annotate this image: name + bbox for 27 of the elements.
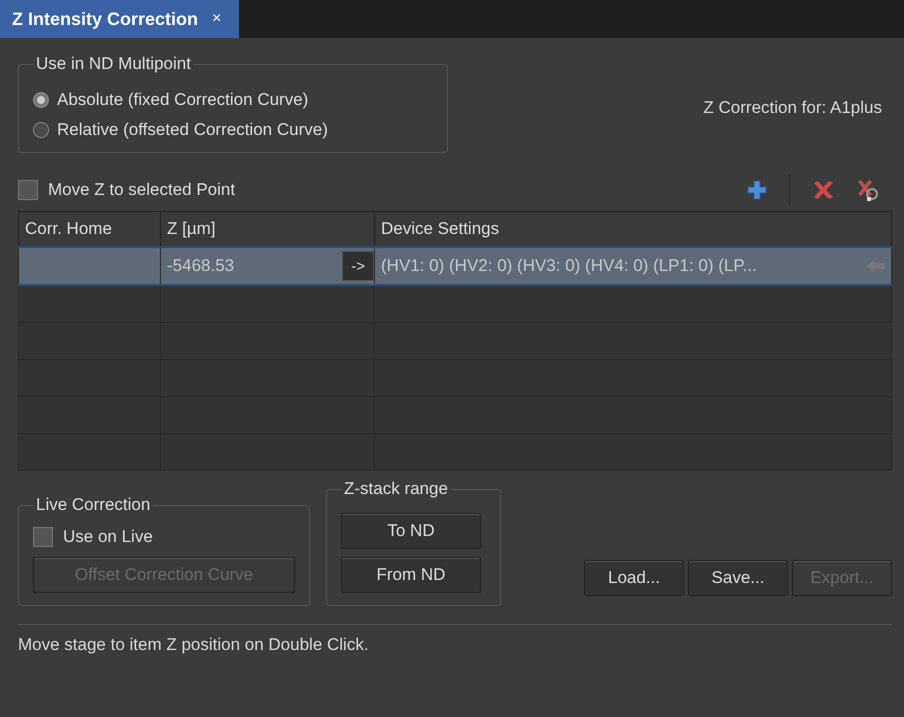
delete-all-icon[interactable] — [856, 179, 878, 201]
checkbox[interactable] — [33, 527, 53, 547]
file-button[interactable]: Load... — [584, 560, 684, 596]
group-title: Use in ND Multipoint — [35, 54, 192, 74]
table-cell-text: -5468.53 — [166, 256, 234, 276]
close-button[interactable]: × — [212, 10, 222, 28]
group-title: Live Correction — [35, 495, 152, 515]
device-label: Z Correction for: A1plus — [703, 98, 882, 119]
column-header[interactable]: Corr. Home — [18, 212, 160, 247]
nd-button[interactable]: To ND — [341, 513, 481, 549]
radio-button[interactable] — [33, 92, 49, 108]
add-icon[interactable] — [747, 180, 767, 200]
go-button[interactable]: -> — [342, 251, 374, 281]
table-cell: (HV1: 0) (HV2: 0) (HV3: 0) (HV4: 0) (LP1: 0) (LP... — [381, 256, 757, 276]
checkbox[interactable] — [18, 180, 38, 200]
delete-icon[interactable] — [812, 180, 834, 200]
arrow-icon — [867, 260, 885, 272]
checkbox-label: Use on Live — [63, 527, 153, 547]
file-button[interactable]: Save... — [688, 560, 788, 596]
nd-button[interactable]: From ND — [341, 557, 481, 593]
checkbox-label: Move Z to selected Point — [48, 180, 236, 200]
group-title: Z-stack range — [343, 479, 449, 499]
column-header[interactable]: Z [µm] — [160, 212, 374, 247]
status-text: Move stage to item Z position on Double Click. — [18, 634, 370, 656]
column-header[interactable]: Device Settings — [374, 212, 892, 247]
tab[interactable]: Z Intensity Correction × — [0, 0, 240, 38]
radio-button[interactable] — [33, 122, 49, 138]
